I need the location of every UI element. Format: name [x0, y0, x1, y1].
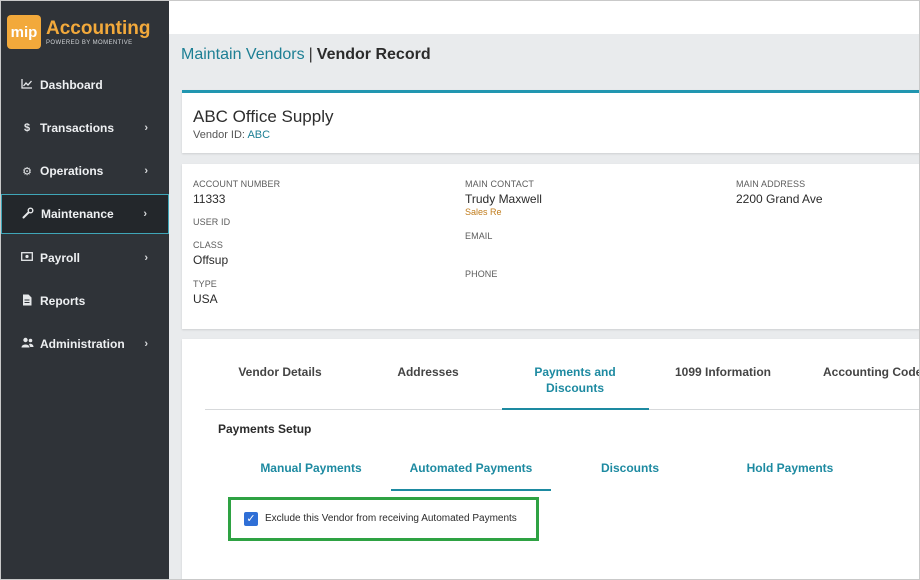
type-value: USA — [193, 292, 218, 306]
active-subtab-indicator — [391, 489, 551, 491]
sidebar-item-label: Administration — [40, 337, 125, 351]
vendor-info-card: ACCOUNT NUMBER 11333 USER ID CLASS Offsu… — [182, 164, 919, 329]
tab-addresses[interactable]: Addresses — [378, 364, 478, 380]
email-label: EMAIL — [465, 231, 493, 241]
money-bill-icon — [20, 252, 34, 264]
exclude-automated-payments-checkbox[interactable]: ✓ — [244, 512, 258, 526]
chevron-right-icon: › — [144, 338, 148, 350]
tab-label-line2: Discounts — [545, 381, 604, 395]
user-id-label: USER ID — [193, 217, 231, 227]
subtab-discounts[interactable]: Discounts — [580, 461, 680, 475]
subtab-hold-payments[interactable]: Hold Payments — [726, 461, 854, 475]
sidebar-item-reports[interactable]: Reports — [1, 281, 169, 321]
vendor-header-card: ABC Office Supply Vendor ID: ABC — [182, 90, 919, 153]
main-contact-role: Sales Re — [465, 207, 502, 217]
breadcrumb: Maintain Vendors | Vendor Record — [181, 46, 431, 64]
top-bar — [169, 1, 919, 34]
breadcrumb-separator: | — [308, 46, 313, 63]
cogs-icon: ⚙ — [22, 165, 32, 178]
exclude-automated-payments-label[interactable]: Exclude this Vendor from receiving Autom… — [265, 513, 517, 524]
sidebar-item-administration[interactable]: Administration › — [1, 324, 169, 364]
sidebar-item-label: Dashboard — [40, 78, 103, 92]
sidebar-item-label: Reports — [40, 294, 86, 308]
main-contact-label: MAIN CONTACT — [465, 179, 535, 189]
tab-1099-information[interactable]: 1099 Information — [662, 364, 784, 380]
vendor-id-label: Vendor ID: — [193, 129, 245, 141]
tab-label-line1: Payments and — [534, 365, 616, 379]
sidebar-item-payroll[interactable]: Payroll › — [1, 238, 169, 278]
logo[interactable]: mip Accounting POWERED BY MOMENTIVE — [7, 15, 151, 49]
type-label: TYPE — [193, 279, 217, 289]
tab-payments-and-discounts[interactable]: Payments and Discounts — [502, 364, 648, 396]
subtab-manual-payments[interactable]: Manual Payments — [248, 461, 374, 475]
sidebar-item-dashboard[interactable]: Dashboard — [1, 65, 169, 105]
class-value: Offsup — [193, 253, 229, 267]
chevron-right-icon: › — [144, 165, 148, 177]
main-contact-value: Trudy Maxwell — [465, 192, 542, 206]
users-icon — [20, 337, 34, 351]
main-address-value: 2200 Grand Ave — [736, 192, 823, 206]
vendor-id: Vendor ID: ABC — [193, 129, 270, 141]
tab-accounting-codes[interactable]: Accounting Codes — [812, 364, 919, 380]
chevron-right-icon: › — [144, 252, 148, 264]
chevron-right-icon: › — [144, 122, 148, 134]
file-icon — [20, 294, 34, 309]
sidebar-item-operations[interactable]: ⚙ Operations › — [1, 151, 169, 191]
subtab-automated-payments[interactable]: Automated Payments — [392, 461, 550, 475]
app-window: mip Accounting POWERED BY MOMENTIVE Dash… — [0, 0, 920, 580]
sidebar-item-maintenance[interactable]: Maintenance › — [1, 194, 169, 234]
breadcrumb-parent-link[interactable]: Maintain Vendors — [181, 46, 305, 63]
sidebar-item-label: Maintenance — [41, 207, 114, 221]
sidebar-item-label: Payroll — [40, 251, 81, 265]
vendor-tabs-card: Vendor Details Addresses Payments and Di… — [182, 339, 919, 579]
wrench-icon — [21, 207, 35, 222]
payments-setup-title: Payments Setup — [218, 422, 312, 436]
logo-subtitle: POWERED BY MOMENTIVE — [46, 39, 133, 46]
logo-badge: mip — [7, 15, 41, 49]
chart-line-icon — [20, 78, 34, 92]
sidebar-item-label: Transactions — [40, 121, 115, 135]
dollar-icon: $ — [23, 122, 31, 134]
vendor-name: ABC Office Supply — [193, 107, 334, 126]
sidebar-item-transactions[interactable]: $ Transactions › — [1, 108, 169, 148]
main-address-label: MAIN ADDRESS — [736, 179, 806, 189]
tab-vendor-details[interactable]: Vendor Details — [222, 364, 338, 380]
active-tab-indicator — [502, 408, 649, 410]
sidebar: mip Accounting POWERED BY MOMENTIVE Dash… — [1, 1, 169, 579]
class-label: CLASS — [193, 240, 224, 250]
account-number-value: 11333 — [193, 192, 226, 206]
logo-title: Accounting — [46, 17, 151, 39]
vendor-id-value: ABC — [247, 129, 271, 141]
page-title: Vendor Record — [316, 46, 431, 63]
account-number-label: ACCOUNT NUMBER — [193, 179, 281, 189]
phone-label: PHONE — [465, 269, 498, 279]
sidebar-item-label: Operations — [40, 164, 104, 178]
chevron-right-icon: › — [143, 208, 147, 220]
checkmark-icon: ✓ — [246, 513, 256, 525]
